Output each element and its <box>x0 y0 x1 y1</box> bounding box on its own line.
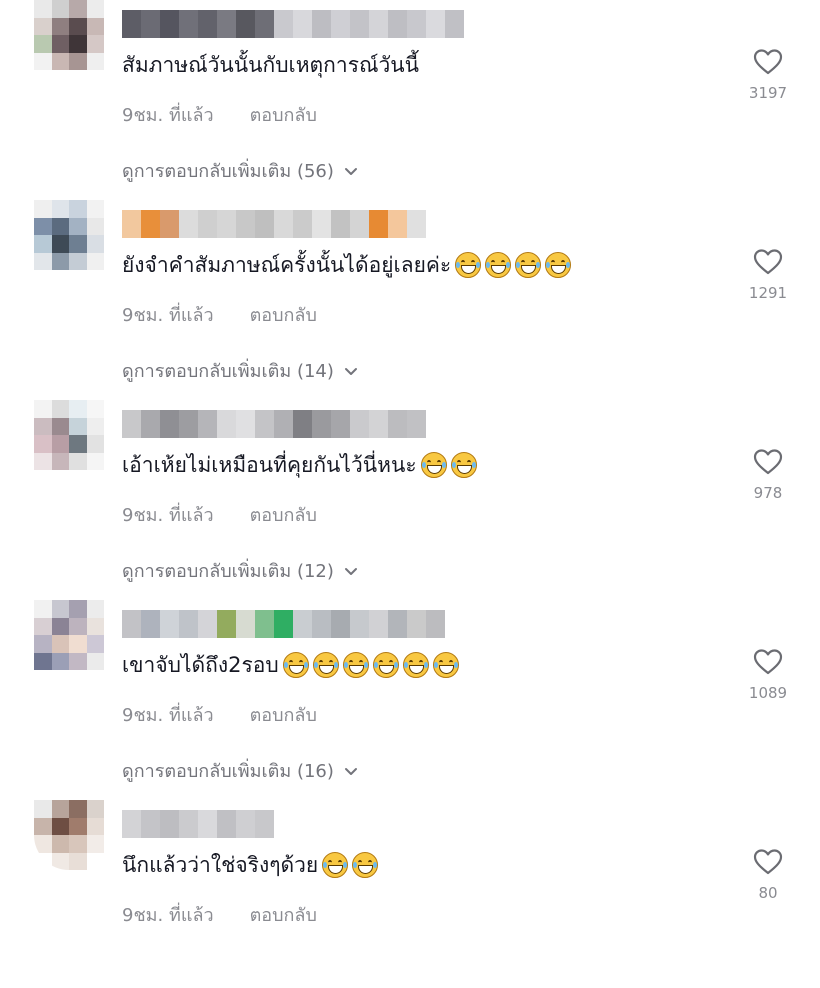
chevron-down-icon <box>344 767 357 775</box>
like-group: 80 <box>740 848 796 902</box>
view-more-replies-label: ดูการตอบกลับเพิ่มเติม (14) <box>122 361 334 382</box>
view-more-replies-label: ดูการตอบกลับเพิ่มเติม (12) <box>122 561 334 582</box>
chevron-down-icon <box>344 367 357 375</box>
reply-button[interactable]: ตอบกลับ <box>250 700 317 729</box>
comment-item: เขาจับได้ถึง2รอบ 9ชม. ที่แล้ว ตอบกลับดูการ… <box>0 588 820 788</box>
avatar[interactable] <box>34 0 104 70</box>
reply-button[interactable]: ตอบกลับ <box>250 500 317 529</box>
view-more-replies-button[interactable]: ดูการตอบกลับเพิ่มเติม (56) <box>122 156 358 185</box>
like-count: 1291 <box>748 284 788 302</box>
chevron-down-icon <box>344 167 357 175</box>
chevron-down-icon <box>344 567 357 575</box>
comment-item: เอ้าเห้ยไม่เหมือนที่คุยกันไว้นี่หนะ 9ชม. … <box>0 388 820 588</box>
comment-text-label: สัมภาษณ์วันนั้นกับเหตุการณ์วันนี้ <box>122 53 419 77</box>
like-group: 1291 <box>740 248 796 302</box>
laughing-tears-emoji-icon <box>450 452 477 478</box>
view-more-replies-button[interactable]: ดูการตอบกลับเพิ่มเติม (12) <box>122 556 358 585</box>
heart-like-icon[interactable] <box>753 848 783 876</box>
view-more-replies-label: ดูการตอบกลับเพิ่มเติม (16) <box>122 761 334 782</box>
comment-text: เขาจับได้ถึง2รอบ <box>122 650 459 680</box>
comment-text-label: นึกแล้วว่าใช่จริงๆด้วย <box>122 853 319 877</box>
laughing-tears-emoji-icon <box>485 252 512 278</box>
comment-text: นึกแล้วว่าใช่จริงๆด้วย <box>122 850 379 880</box>
comment-timestamp: 9ชม. ที่แล้ว <box>122 105 214 126</box>
like-group: 1089 <box>740 648 796 702</box>
comment-text: สัมภาษณ์วันนั้นกับเหตุการณ์วันนี้ <box>122 50 419 80</box>
avatar[interactable] <box>34 400 104 470</box>
comment-meta: 9ชม. ที่แล้ว ตอบกลับ <box>122 300 317 329</box>
laughing-tears-emoji-icon <box>455 252 482 278</box>
username-pixelated[interactable] <box>122 10 464 38</box>
reply-button[interactable]: ตอบกลับ <box>250 900 317 929</box>
comment-timestamp: 9ชม. ที่แล้ว <box>122 905 214 926</box>
like-group: 3197 <box>740 48 796 102</box>
avatar[interactable] <box>34 200 104 270</box>
comment-meta: 9ชม. ที่แล้ว ตอบกลับ <box>122 900 317 929</box>
reply-button[interactable]: ตอบกลับ <box>250 100 317 129</box>
like-group: 978 <box>740 448 796 502</box>
laughing-tears-emoji-icon <box>515 252 542 278</box>
comment-meta: 9ชม. ที่แล้ว ตอบกลับ <box>122 100 317 129</box>
username-pixelated[interactable] <box>122 210 426 238</box>
comment-text: เอ้าเห้ยไม่เหมือนที่คุยกันไว้นี่หนะ <box>122 450 477 480</box>
comment-text-label: เขาจับได้ถึง2รอบ <box>122 653 279 677</box>
comment-item: นึกแล้วว่าใช่จริงๆด้วย 9ชม. ที่แล้ว ตอบกลั… <box>0 788 820 988</box>
laughing-tears-emoji-icon <box>402 652 429 678</box>
comment-text-label: เอ้าเห้ยไม่เหมือนที่คุยกันไว้นี่หนะ <box>122 453 417 477</box>
laughing-tears-emoji-icon <box>372 652 399 678</box>
like-count: 978 <box>753 484 783 502</box>
comment-timestamp: 9ชม. ที่แล้ว <box>122 705 214 726</box>
like-count: 3197 <box>748 84 788 102</box>
view-more-replies-button[interactable]: ดูการตอบกลับเพิ่มเติม (16) <box>122 756 358 785</box>
laughing-tears-emoji-icon <box>342 652 369 678</box>
comment-item: สัมภาษณ์วันนั้นกับเหตุการณ์วันนี้ 9ชม. ที… <box>0 0 820 188</box>
heart-like-icon[interactable] <box>753 48 783 76</box>
view-more-replies-label: ดูการตอบกลับเพิ่มเติม (56) <box>122 161 334 182</box>
heart-like-icon[interactable] <box>753 648 783 676</box>
comment-text: ยังจำคำสัมภาษณ์ครั้งนั้นได้อยู่เลยค่ะ <box>122 250 572 280</box>
username-pixelated[interactable] <box>122 810 274 838</box>
reply-button[interactable]: ตอบกลับ <box>250 300 317 329</box>
heart-like-icon[interactable] <box>753 248 783 276</box>
avatar[interactable] <box>34 600 104 670</box>
username-pixelated[interactable] <box>122 410 426 438</box>
comment-text-label: ยังจำคำสัมภาษณ์ครั้งนั้นได้อยู่เลยค่ะ <box>122 253 452 277</box>
laughing-tears-emoji-icon <box>545 252 572 278</box>
laughing-tears-emoji-icon <box>352 852 379 878</box>
comment-meta: 9ชม. ที่แล้ว ตอบกลับ <box>122 700 317 729</box>
laughing-tears-emoji-icon <box>312 652 339 678</box>
comment-timestamp: 9ชม. ที่แล้ว <box>122 505 214 526</box>
like-count: 80 <box>758 884 778 902</box>
comment-item: ยังจำคำสัมภาษณ์ครั้งนั้นได้อยู่เลยค่ะ 9ช… <box>0 188 820 388</box>
laughing-tears-emoji-icon <box>322 852 349 878</box>
heart-like-icon[interactable] <box>753 448 783 476</box>
like-count: 1089 <box>748 684 788 702</box>
view-more-replies-button[interactable]: ดูการตอบกลับเพิ่มเติม (14) <box>122 356 358 385</box>
username-pixelated[interactable] <box>122 610 445 638</box>
laughing-tears-emoji-icon <box>282 652 309 678</box>
avatar[interactable] <box>34 800 104 870</box>
comment-timestamp: 9ชม. ที่แล้ว <box>122 305 214 326</box>
laughing-tears-emoji-icon <box>432 652 459 678</box>
comment-meta: 9ชม. ที่แล้ว ตอบกลับ <box>122 500 317 529</box>
laughing-tears-emoji-icon <box>420 452 447 478</box>
